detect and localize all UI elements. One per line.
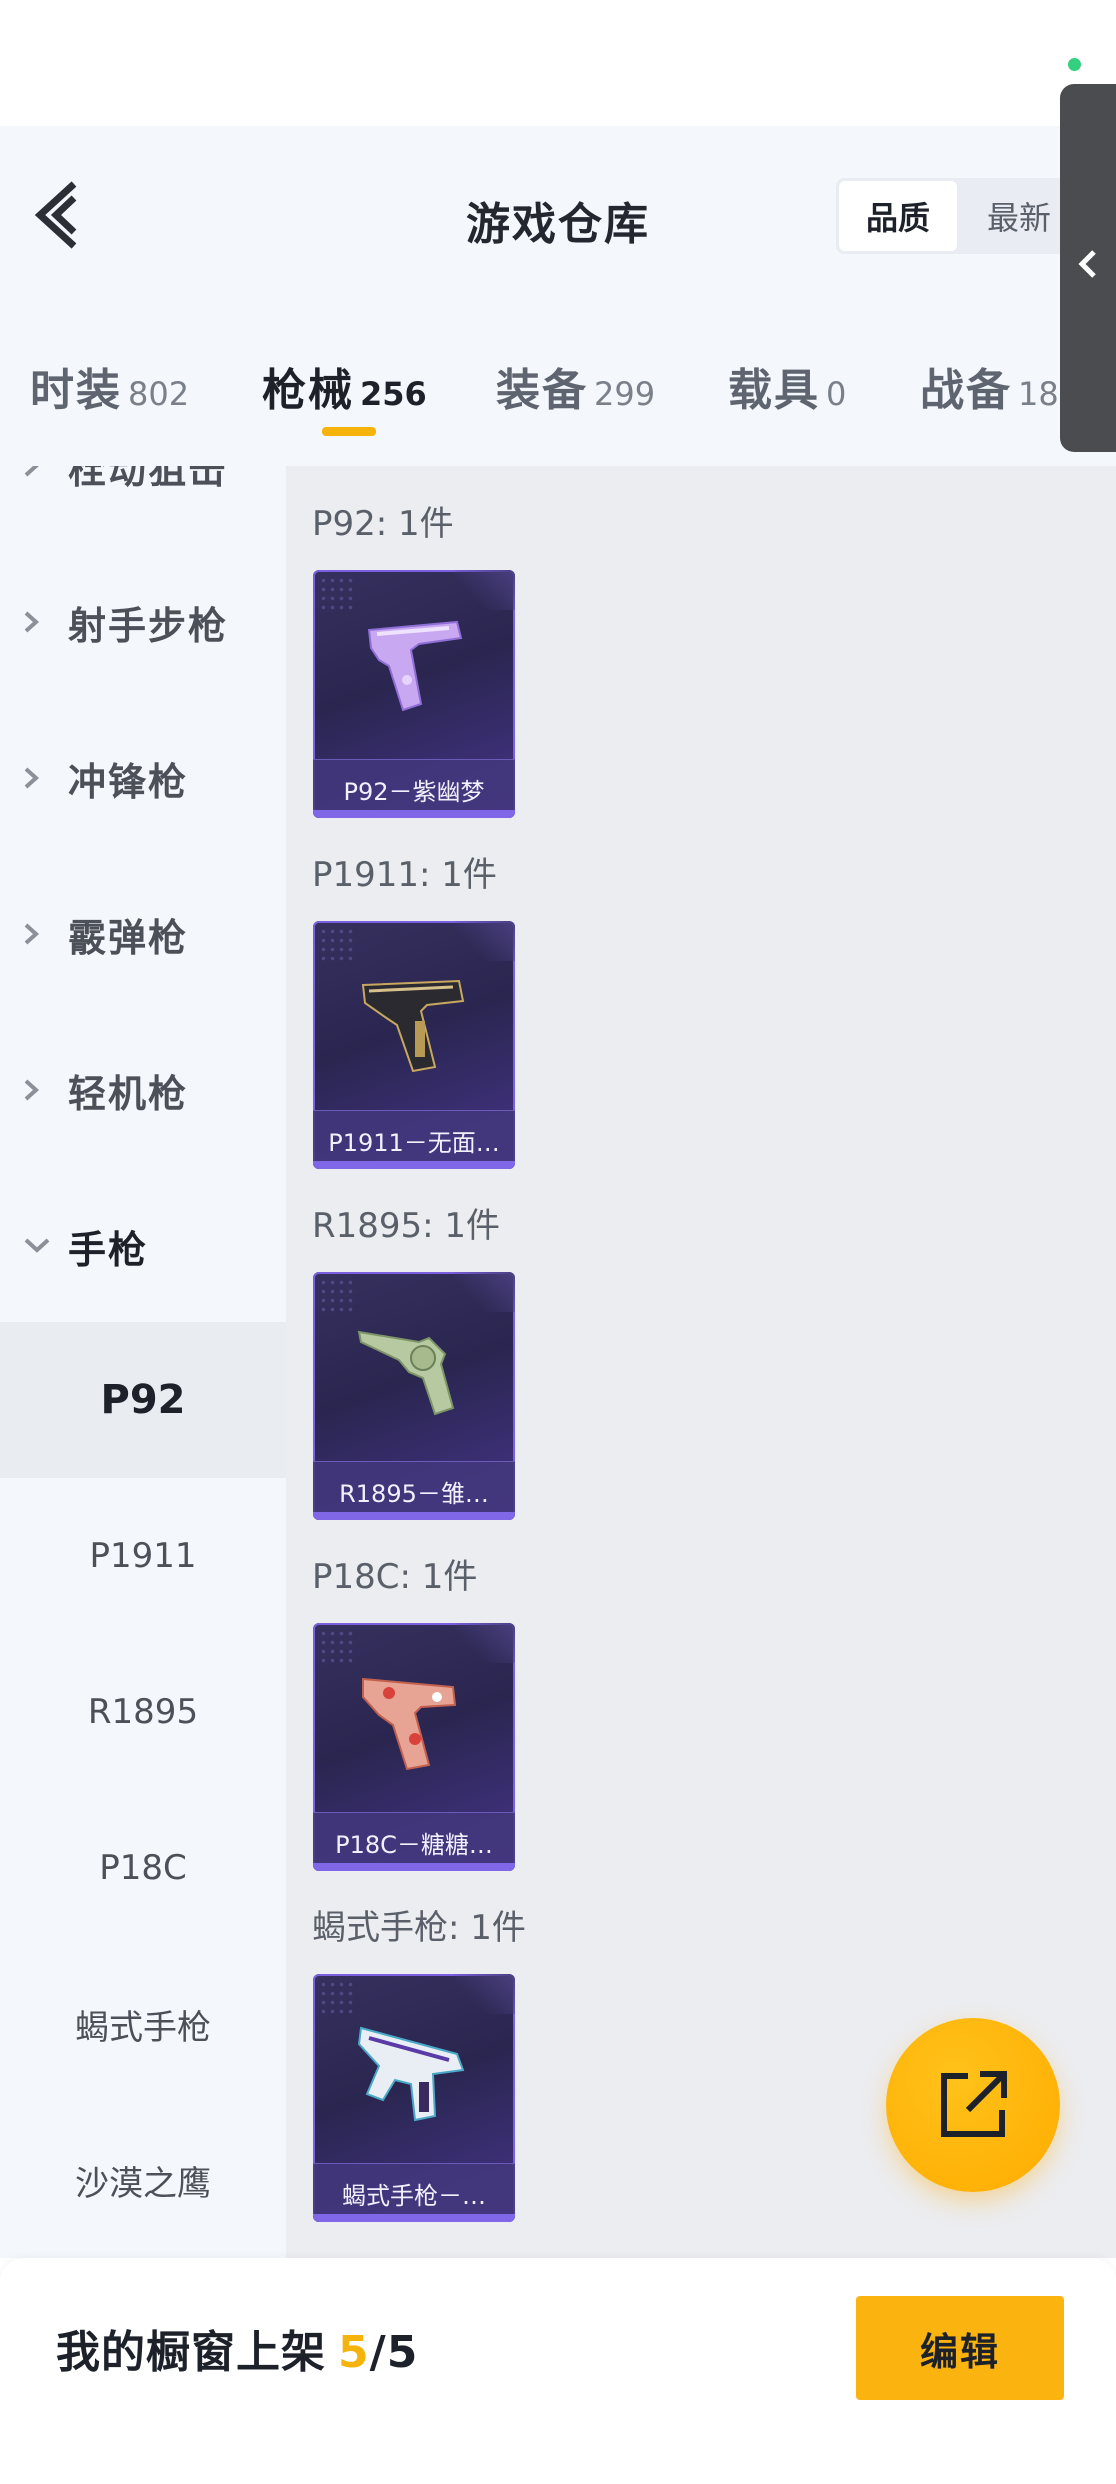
rarity-bar	[313, 1863, 515, 1871]
showcase-status: 我的橱窗上架 5/5	[56, 2316, 418, 2380]
sidebar-item-p18c[interactable]: P18C	[0, 1790, 286, 1946]
status-indicator-dot	[1068, 58, 1081, 71]
tab-combat-supplies[interactable]: 战备 18	[920, 354, 1059, 418]
sidebar-category-label: 手枪	[68, 1227, 149, 1272]
tab-label: 战备	[920, 365, 1012, 416]
item-card-p1911[interactable]: P1911－无面…	[313, 921, 515, 1169]
sidebar-category-label: 冲锋枪	[68, 759, 189, 804]
item-card-p92[interactable]: P92－紫幽梦	[313, 570, 515, 818]
pistol-purple-skin-icon	[367, 620, 463, 712]
group-label-p92: P92: 1件	[312, 504, 454, 544]
tab-count: 18	[1018, 375, 1059, 413]
sidebar-item-r1895[interactable]: R1895	[0, 1634, 286, 1790]
chevron-right-icon	[22, 919, 60, 949]
item-card-p18c[interactable]: P18C－糖糖…	[313, 1623, 515, 1871]
rarity-bar	[313, 1161, 515, 1169]
sidebar-category-smg[interactable]: 冲锋枪	[0, 700, 286, 856]
share-button[interactable]	[886, 2018, 1060, 2192]
sidebar-category-shotgun[interactable]: 霰弹枪	[0, 856, 286, 1012]
side-panel-handle[interactable]	[1060, 84, 1116, 452]
tab-label: 时装	[30, 365, 122, 416]
chevron-down-icon	[22, 1236, 60, 1256]
chevron-right-icon	[22, 763, 60, 793]
showcase-total-count: /5	[369, 2327, 419, 2378]
sidebar-category-lmg[interactable]: 轻机枪	[0, 1012, 286, 1168]
pistol-pink-candy-skin-icon	[362, 1677, 457, 1771]
sidebar-category-label: 霰弹枪	[68, 915, 189, 960]
sidebar-category-pistol[interactable]: 手枪	[0, 1168, 286, 1324]
sidebar-category-label: 射手步枪	[68, 603, 229, 648]
sidebar-category-label: 栓动狙击	[68, 466, 229, 492]
showcase-label: 我的橱窗上架	[56, 2327, 326, 2378]
chevron-right-icon	[22, 607, 60, 637]
sidebar-category-label: 轻机枪	[68, 1071, 189, 1116]
tab-count: 299	[594, 375, 656, 413]
smg-pistol-white-skin-icon	[357, 2026, 465, 2122]
sidebar-item-p1911[interactable]: P1911	[0, 1478, 286, 1634]
group-label-scorpion-pistol: 蝎式手枪: 1件	[312, 1908, 526, 1948]
item-list: P92: 1件 P92－紫幽梦 P1911: 1件 P1911－无面… R189…	[286, 466, 1116, 2258]
weapon-category-sidebar: 栓动狙击 射手步枪 冲锋枪 霰弹枪 轻机枪 手枪 P92 P1911 R1895…	[0, 466, 286, 2258]
group-label-p18c: P18C: 1件	[312, 1557, 478, 1597]
tab-fashion[interactable]: 时装 802	[30, 354, 189, 418]
revolver-green-skin-icon	[357, 1330, 455, 1416]
sidebar-category-bolt-sniper[interactable]: 栓动狙击	[0, 466, 286, 544]
tab-label: 载具	[728, 365, 820, 416]
tab-firearms[interactable]: 枪械 256	[262, 354, 427, 418]
tab-label: 装备	[496, 365, 588, 416]
sidebar-item-scorpion-pistol[interactable]: 蝎式手枪	[0, 1946, 286, 2102]
group-label-p1911: P1911: 1件	[312, 855, 497, 895]
active-tab-indicator	[322, 427, 376, 436]
chevron-left-icon	[1078, 250, 1096, 278]
category-tabs: 时装 802 枪械 256 装备 299 载具 0 战备 18	[0, 340, 1060, 450]
sidebar-item-p92[interactable]: P92	[0, 1322, 286, 1478]
item-card-scorpion-pistol[interactable]: 蝎式手枪－…	[313, 1974, 515, 2222]
item-card-r1895[interactable]: R1895－雏…	[313, 1272, 515, 1520]
tab-vehicles[interactable]: 载具 0	[728, 354, 846, 418]
tab-count: 256	[360, 375, 427, 413]
share-external-icon	[941, 2071, 1007, 2137]
edit-button[interactable]: 编辑	[856, 2296, 1064, 2400]
sort-quality-button[interactable]: 品质	[839, 181, 957, 251]
sidebar-item-desert-eagle[interactable]: 沙漠之鹰	[0, 2102, 286, 2258]
chevron-right-icon	[22, 466, 60, 481]
sort-toggle: 品质 最新	[836, 178, 1078, 254]
rarity-bar	[313, 2214, 515, 2222]
showcase-current-count: 5	[338, 2327, 370, 2378]
chevron-right-icon	[22, 1075, 60, 1105]
showcase-footer: 我的橱窗上架 5/5 编辑	[0, 2258, 1116, 2484]
tab-equipment[interactable]: 装备 299	[496, 354, 655, 418]
sidebar-category-marksman-rifle[interactable]: 射手步枪	[0, 544, 286, 700]
pistol-black-gold-skin-icon	[361, 979, 465, 1073]
tab-label: 枪械	[262, 365, 354, 416]
rarity-bar	[313, 810, 515, 818]
group-label-r1895: R1895: 1件	[312, 1206, 501, 1246]
tab-count: 802	[128, 375, 190, 413]
rarity-bar	[313, 1512, 515, 1520]
tab-count: 0	[826, 375, 847, 413]
